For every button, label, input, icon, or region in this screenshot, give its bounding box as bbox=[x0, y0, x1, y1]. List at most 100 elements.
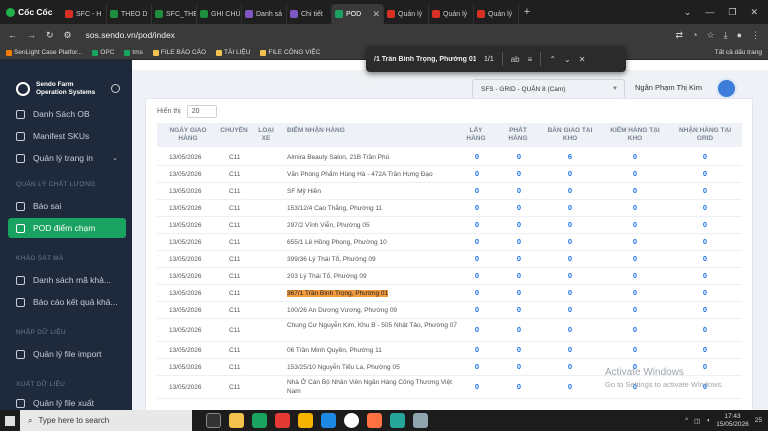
table-row[interactable]: 13/05/2026 C11 399/36 Lý Thái Tổ, Phường 0… bbox=[157, 251, 742, 268]
cell-count[interactable]: 0 bbox=[629, 169, 641, 178]
cell-count[interactable]: 0 bbox=[629, 345, 641, 354]
browser-tab[interactable]: SFC - H bbox=[62, 4, 107, 24]
tray-chevron-icon[interactable]: ^ bbox=[685, 417, 688, 424]
find-next-icon[interactable]: ⌄ bbox=[564, 55, 571, 64]
browser-tab[interactable]: Quản lý bbox=[429, 4, 474, 24]
cell-count[interactable]: 0 bbox=[564, 345, 576, 354]
app-icon[interactable] bbox=[390, 413, 405, 428]
extension-icon[interactable]: ◔ bbox=[692, 30, 697, 41]
app-icon[interactable] bbox=[413, 413, 428, 428]
cell-count[interactable]: 0 bbox=[471, 237, 483, 246]
table-row[interactable]: 13/05/2026 C11 100/26 An Dương Vương, Phườ… bbox=[157, 302, 742, 319]
regex-icon[interactable]: ≡ bbox=[528, 55, 533, 64]
browser-tab[interactable]: POD ✕ bbox=[332, 4, 384, 24]
cell-count[interactable]: 0 bbox=[629, 288, 641, 297]
download-icon[interactable]: ⤓ bbox=[724, 30, 728, 41]
cell-count[interactable]: 0 bbox=[564, 254, 576, 263]
cell-count[interactable]: 0 bbox=[699, 237, 711, 246]
browser-tab[interactable]: Quản lý bbox=[384, 4, 429, 24]
table-row[interactable]: 13/05/2026 C11 153/12/4 Cao Thắng, Phường … bbox=[157, 200, 742, 217]
reload-icon[interactable]: ↻ bbox=[46, 30, 54, 41]
cell-count[interactable]: 0 bbox=[513, 237, 525, 246]
site-info-icon[interactable]: ⚙ bbox=[64, 30, 72, 41]
cell-count[interactable]: 0 bbox=[564, 288, 576, 297]
cell-count[interactable]: 0 bbox=[513, 169, 525, 178]
bookmark-item[interactable]: tms bbox=[124, 49, 143, 56]
app-icon[interactable] bbox=[367, 413, 382, 428]
sidebar-item-ob-list[interactable]: Danh Sách OB bbox=[8, 104, 126, 124]
cell-count[interactable]: 0 bbox=[564, 271, 576, 280]
cell-count[interactable]: 0 bbox=[699, 288, 711, 297]
table-row[interactable]: 13/05/2026 C11 297/2 Vĩnh Viễn, Phường 05 0… bbox=[157, 217, 742, 234]
cell-count[interactable]: 0 bbox=[564, 169, 576, 178]
col-check[interactable]: KIỂM HÀNG TẠI KHO bbox=[604, 127, 666, 143]
sidebar-item-import[interactable]: Quản lý file import bbox=[8, 344, 126, 364]
cell-count[interactable]: 0 bbox=[471, 305, 483, 314]
grid-filter-select[interactable]: SFS - GRID - QUẬN 8 (Cam) ▼ bbox=[472, 79, 625, 99]
close-icon[interactable]: ✕ bbox=[750, 7, 758, 18]
table-row[interactable]: 13/05/2026 C11 Văn Phòng Phẩm Hùng Hà - 47… bbox=[157, 166, 742, 183]
back-icon[interactable]: ← bbox=[8, 30, 17, 40]
cell-count[interactable]: 0 bbox=[699, 271, 711, 280]
cell-count[interactable]: 0 bbox=[513, 362, 525, 371]
find-previous-icon[interactable]: ⌃ bbox=[549, 55, 556, 64]
taskbar-search[interactable]: ⌕ Type here to search bbox=[20, 410, 192, 431]
wps-icon[interactable] bbox=[275, 413, 290, 428]
cell-count[interactable]: 0 bbox=[471, 345, 483, 354]
sidebar-item-print[interactable]: Quản lý trang in ⌄ bbox=[8, 148, 126, 168]
cell-count[interactable]: 0 bbox=[513, 186, 525, 195]
coccoc-icon[interactable] bbox=[252, 413, 267, 428]
network-icon[interactable]: ◫ bbox=[694, 417, 700, 425]
tab-close-icon[interactable]: ✕ bbox=[372, 9, 380, 20]
cell-count[interactable]: 0 bbox=[564, 203, 576, 212]
col-grid[interactable]: NHẬN HÀNG TẠI GRID bbox=[673, 127, 737, 143]
find-input[interactable]: /1 Trần Bình Trọng, Phường 01 bbox=[374, 56, 476, 63]
browser-brand[interactable]: Cốc Cốc bbox=[0, 7, 62, 17]
cell-count[interactable]: 0 bbox=[471, 325, 483, 334]
col-trip[interactable]: CHUYẾN bbox=[217, 127, 251, 135]
cell-count[interactable]: 0 bbox=[513, 203, 525, 212]
minimize-icon[interactable]: — bbox=[705, 7, 714, 18]
table-row[interactable]: 13/05/2026 C11 SF Mỹ Hiền 0 0 0 0 0 bbox=[157, 183, 742, 200]
cell-count[interactable]: 0 bbox=[513, 271, 525, 280]
sidebar-item-export[interactable]: Quản lý file xuất bbox=[8, 396, 126, 410]
bookmark-item[interactable]: FILE BÁO CÁO bbox=[152, 49, 206, 56]
cell-count[interactable]: 0 bbox=[471, 288, 483, 297]
star-icon[interactable]: ☆ bbox=[707, 30, 715, 41]
settings-icon[interactable] bbox=[111, 84, 120, 93]
cell-count[interactable]: 0 bbox=[699, 203, 711, 212]
cell-count[interactable]: 0 bbox=[629, 305, 641, 314]
forward-icon[interactable]: → bbox=[27, 30, 36, 40]
table-row[interactable]: 13/05/2026 C11 655/1 Lê Hồng Phong, Phường… bbox=[157, 234, 742, 251]
cell-count[interactable]: 0 bbox=[629, 220, 641, 229]
sidebar-item-report-error[interactable]: Báo sai bbox=[8, 196, 126, 216]
cell-count[interactable]: 6 bbox=[564, 152, 576, 161]
cell-count[interactable]: 0 bbox=[629, 271, 641, 280]
cell-count[interactable]: 0 bbox=[513, 325, 525, 334]
bookmark-item[interactable]: OPC bbox=[92, 49, 114, 56]
menu-icon[interactable]: ⋮ bbox=[751, 30, 760, 41]
cell-count[interactable]: 0 bbox=[629, 254, 641, 263]
bookmark-item[interactable]: TÀI LIỆU bbox=[216, 49, 250, 56]
browser-tab[interactable]: Danh sá bbox=[242, 4, 287, 24]
cell-count[interactable]: 0 bbox=[471, 203, 483, 212]
cell-count[interactable]: 0 bbox=[699, 254, 711, 263]
clock[interactable]: 17:43 15/05/2026 bbox=[716, 413, 749, 429]
cell-count[interactable]: 0 bbox=[471, 169, 483, 178]
cell-count[interactable]: 0 bbox=[564, 362, 576, 371]
cell-count[interactable]: 0 bbox=[699, 345, 711, 354]
cell-count[interactable]: 0 bbox=[513, 382, 525, 391]
cell-count[interactable]: 0 bbox=[699, 220, 711, 229]
cell-count[interactable]: 0 bbox=[564, 305, 576, 314]
new-tab-button[interactable]: + bbox=[519, 6, 535, 18]
table-row[interactable]: 13/05/2026 C11 06 Trần Minh Quyền, Phường … bbox=[157, 342, 742, 359]
profile-icon[interactable]: ● bbox=[737, 30, 742, 41]
maximize-icon[interactable]: ❐ bbox=[728, 7, 736, 18]
chrome-icon[interactable] bbox=[344, 413, 359, 428]
avatar[interactable] bbox=[716, 78, 737, 99]
cell-count[interactable]: 0 bbox=[513, 345, 525, 354]
col-pickup[interactable]: LẤY HÀNG bbox=[462, 127, 490, 143]
cell-count[interactable]: 0 bbox=[513, 288, 525, 297]
col-handover[interactable]: BÀN GIAO TẠI KHO bbox=[542, 127, 598, 143]
cell-count[interactable]: 0 bbox=[564, 220, 576, 229]
